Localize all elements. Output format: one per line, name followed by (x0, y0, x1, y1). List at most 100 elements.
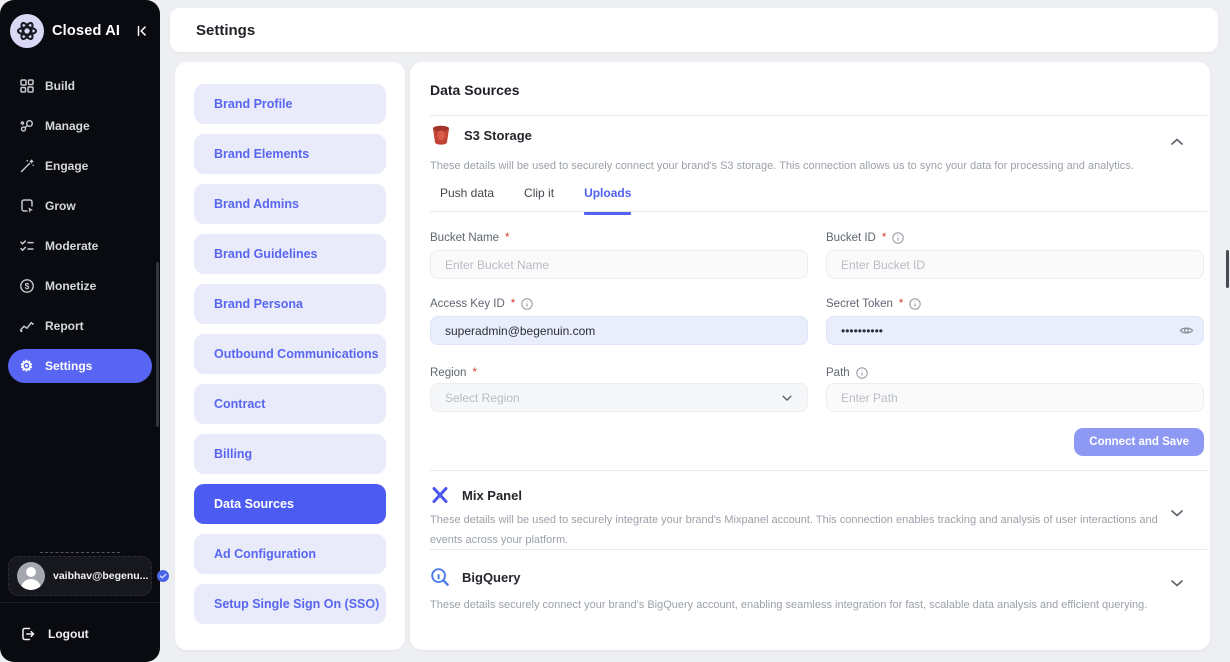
divider (430, 549, 1207, 550)
page-header: Settings (170, 8, 1218, 52)
settings-nav-label: Ad Configuration (214, 547, 316, 561)
settings-nav-label: Data Sources (214, 497, 294, 511)
settings-nav-outbound-communications[interactable]: Outbound Communications (194, 334, 386, 374)
settings-nav-label: Setup Single Sign On (SSO) (214, 597, 379, 611)
brand-name: Closed AI (52, 23, 124, 39)
required-marker: * (882, 232, 886, 244)
tab-label: Clip it (524, 186, 554, 200)
mixpanel-section-header: Mix Panel (430, 485, 522, 505)
manage-nodes-icon (18, 118, 35, 135)
monetize-dollar-icon: $ (18, 278, 35, 295)
sidebar-item-settings[interactable]: ⚙ Settings (8, 349, 152, 383)
collapse-sidebar-icon[interactable] (132, 21, 152, 41)
region-select[interactable]: Select Region (430, 383, 808, 412)
required-marker: * (472, 367, 476, 379)
sidebar-scrollbar[interactable] (156, 262, 159, 427)
access-key-id-label: Access Key ID * (430, 298, 533, 310)
bigquery-icon (430, 567, 450, 587)
bucket-name-input[interactable] (430, 250, 808, 279)
field-label: Bucket Name (430, 232, 499, 244)
settings-gear-icon: ⚙ (18, 358, 35, 375)
bucket-id-input[interactable] (826, 250, 1204, 279)
chevron-down-icon (781, 392, 793, 404)
mixpanel-icon (430, 485, 450, 505)
settings-nav-label: Brand Elements (214, 147, 309, 161)
build-grid-icon (18, 78, 35, 95)
divider (430, 470, 1207, 471)
tab-label: Uploads (584, 186, 631, 200)
sidebar-item-moderate[interactable]: Moderate (0, 226, 160, 266)
sidebar-item-label: Settings (45, 359, 92, 373)
closed-ai-logo-icon (10, 14, 44, 48)
s3-section-header: S3 Storage (430, 124, 532, 146)
mixpanel-section-title: Mix Panel (462, 488, 522, 503)
settings-nav-panel: Brand Profile Brand Elements Brand Admin… (175, 62, 405, 650)
field-label: Region (430, 367, 466, 379)
user-account-card[interactable]: vaibhav@begenu... (8, 556, 152, 596)
access-key-id-input[interactable] (430, 316, 808, 345)
mixpanel-expand-chevron-down-icon[interactable] (1170, 506, 1186, 522)
page-scrollbar[interactable] (1226, 250, 1229, 288)
info-icon[interactable] (856, 367, 868, 379)
s3-collapse-chevron-up-icon[interactable] (1170, 135, 1186, 151)
settings-nav-label: Brand Guidelines (214, 247, 318, 261)
settings-nav-ad-configuration[interactable]: Ad Configuration (194, 534, 386, 574)
bigquery-section-title: BigQuery (462, 570, 521, 585)
sidebar-item-report[interactable]: Report (0, 306, 160, 346)
content-title: Data Sources (430, 82, 519, 98)
required-marker: * (511, 298, 515, 310)
bigquery-expand-chevron-down-icon[interactable] (1170, 576, 1186, 592)
connect-and-save-button[interactable]: Connect and Save (1074, 428, 1204, 456)
divider (430, 211, 1207, 212)
region-label: Region * (430, 367, 477, 379)
bucket-name-label: Bucket Name * (430, 232, 510, 244)
settings-nav-label: Brand Admins (214, 197, 299, 211)
sidebar-item-label: Engage (45, 159, 88, 173)
settings-nav-setup-sso[interactable]: Setup Single Sign On (SSO) (194, 584, 386, 624)
logout-button[interactable]: Logout (20, 622, 89, 646)
field-label: Bucket ID (826, 232, 876, 244)
sidebar-item-engage[interactable]: Engage (0, 146, 160, 186)
sidebar-item-label: Build (45, 79, 75, 93)
sidebar-item-grow[interactable]: Grow (0, 186, 160, 226)
settings-nav-billing[interactable]: Billing (194, 434, 386, 474)
sidebar-item-label: Report (45, 319, 84, 333)
field-label: Path (826, 367, 850, 379)
sidebar-item-build[interactable]: Build (0, 66, 160, 106)
settings-nav-brand-guidelines[interactable]: Brand Guidelines (194, 234, 386, 274)
mixpanel-section-description: These details will be used to securely i… (430, 510, 1160, 550)
verified-badge-icon (156, 569, 170, 583)
bigquery-section-header: BigQuery (430, 567, 521, 587)
settings-nav-data-sources[interactable]: Data Sources (194, 484, 386, 524)
sidebar-item-label: Monetize (45, 279, 96, 293)
report-chart-icon (18, 318, 35, 335)
settings-nav-label: Billing (214, 447, 252, 461)
settings-nav-brand-persona[interactable]: Brand Persona (194, 284, 386, 324)
tab-label: Push data (440, 186, 494, 200)
sidebar-item-monetize[interactable]: $ Monetize (0, 266, 160, 306)
secret-token-input[interactable] (826, 316, 1204, 345)
logout-divider (0, 602, 160, 603)
settings-nav-brand-profile[interactable]: Brand Profile (194, 84, 386, 124)
path-input[interactable] (826, 383, 1204, 412)
settings-nav-label: Brand Persona (214, 297, 303, 311)
info-icon[interactable] (521, 298, 533, 310)
settings-nav-brand-admins[interactable]: Brand Admins (194, 184, 386, 224)
moderate-checklist-icon (18, 238, 35, 255)
bucket-id-label: Bucket ID * (826, 232, 904, 244)
page-title: Settings (196, 22, 255, 39)
show-password-eye-icon[interactable] (1178, 323, 1196, 339)
settings-nav-brand-elements[interactable]: Brand Elements (194, 134, 386, 174)
bigquery-section-description: These details securely connect your bran… (430, 595, 1160, 615)
sidebar-item-label: Grow (45, 199, 76, 213)
settings-nav-label: Brand Profile (214, 97, 293, 111)
info-icon[interactable] (892, 232, 904, 244)
user-email: vaibhav@begenu... (53, 570, 148, 582)
sidebar-item-manage[interactable]: Manage (0, 106, 160, 146)
settings-nav-label: Contract (214, 397, 265, 411)
info-icon[interactable] (909, 298, 921, 310)
logout-label: Logout (48, 627, 89, 641)
engage-wand-icon (18, 158, 35, 175)
settings-nav-contract[interactable]: Contract (194, 384, 386, 424)
user-divider (40, 552, 120, 553)
